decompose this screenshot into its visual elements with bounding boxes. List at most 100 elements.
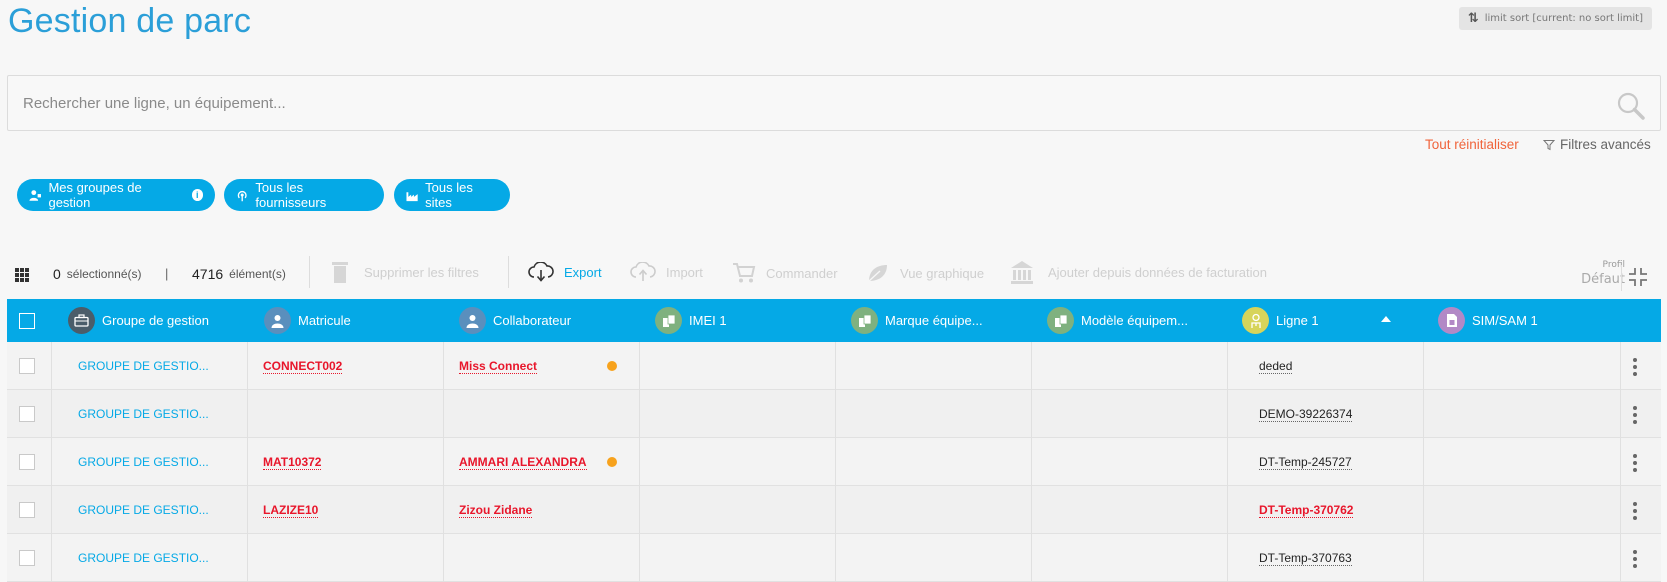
row-menu-icon[interactable]: [1632, 502, 1638, 520]
chip-label: Mes groupes de gestion: [48, 180, 142, 210]
collaborator-link[interactable]: AMMARI ALEXANDRA: [459, 455, 587, 470]
limit-sort-label: limit sort [current: no sort limit]: [1484, 13, 1643, 24]
group-link[interactable]: GROUPE DE GESTIO...: [78, 359, 209, 373]
column-header-brand[interactable]: Marque équipe...: [851, 299, 983, 342]
collaborator-link[interactable]: Miss Connect: [459, 359, 538, 374]
search-icon[interactable]: [1616, 91, 1646, 121]
profile-selector[interactable]: Profil Défaut: [1545, 260, 1625, 287]
status-dot: [607, 361, 617, 371]
advanced-filters-label: Filtres avancés: [1560, 137, 1651, 152]
chip-label: Tous les fournisseurs: [255, 180, 327, 210]
device-icon: [1047, 307, 1074, 334]
cart-icon: [733, 263, 756, 283]
limit-sort-badge[interactable]: ⇅ limit sort [current: no sort limit]: [1458, 7, 1652, 30]
column-header-label: Ligne 1: [1276, 313, 1319, 328]
factory-icon: [406, 191, 418, 201]
row-menu-icon[interactable]: [1632, 358, 1638, 376]
line-link[interactable]: DT-Temp-370762: [1259, 503, 1354, 518]
device-icon: [851, 307, 878, 334]
grid-icon[interactable]: [15, 268, 29, 282]
import-button[interactable]: Import: [630, 262, 703, 282]
row-checkbox[interactable]: [19, 550, 35, 566]
add-billing-button[interactable]: Ajouter depuis données de facturation: [1010, 260, 1267, 284]
chip-management-groups[interactable]: Mes groupes de gestion i: [17, 179, 215, 211]
graph-view-button[interactable]: Vue graphique: [866, 262, 984, 284]
column-header-line[interactable]: Ligne 1: [1242, 299, 1319, 342]
chip-sites[interactable]: Tous les sites: [394, 179, 510, 211]
row-menu-icon[interactable]: [1632, 550, 1638, 568]
table-row[interactable]: GROUPE DE GESTIO... MAT10372 AMMARI ALEXAN…: [7, 438, 1661, 486]
row-checkbox[interactable]: [19, 454, 35, 470]
advanced-filters-button[interactable]: Filtres avancés: [1543, 137, 1651, 152]
order-button[interactable]: Commander: [732, 262, 838, 284]
table-row[interactable]: GROUPE DE GESTIO... LAZIZE10 Zizou Zidane D…: [7, 486, 1661, 534]
column-header-label: Marque équipe...: [885, 313, 983, 328]
cloud-upload-icon: [630, 262, 656, 281]
row-checkbox[interactable]: [19, 502, 35, 518]
column-header-collaborateur[interactable]: Collaborateur: [459, 299, 571, 342]
info-icon[interactable]: i: [191, 189, 203, 201]
export-button[interactable]: Export: [528, 262, 602, 282]
order-label: Commander: [766, 265, 838, 281]
group-link[interactable]: GROUPE DE GESTIO...: [78, 503, 209, 517]
row-checkbox[interactable]: [19, 358, 35, 374]
chip-suppliers[interactable]: Tous les fournisseurs: [224, 179, 384, 211]
line-link[interactable]: DT-Temp-370763: [1259, 551, 1352, 566]
leaf-icon: [868, 265, 887, 282]
status-dot: [607, 457, 617, 467]
matricule-link[interactable]: MAT10372: [263, 455, 322, 470]
matricule-link[interactable]: LAZIZE10: [263, 503, 319, 518]
column-header-sim[interactable]: SIM/SAM 1: [1438, 299, 1538, 342]
matricule-link[interactable]: CONNECT002: [263, 359, 343, 374]
column-header-group[interactable]: Groupe de gestion: [68, 299, 209, 342]
device-icon: [655, 307, 682, 334]
column-header-model[interactable]: Modèle équipem...: [1047, 299, 1188, 342]
sort-icon: ⇅: [1467, 11, 1479, 26]
profile-value: Défaut: [1581, 272, 1625, 287]
collapse-icon[interactable]: [1627, 266, 1649, 288]
table-row[interactable]: GROUPE DE GESTIO... DT-Temp-370763: [7, 534, 1661, 582]
group-link[interactable]: GROUPE DE GESTIO...: [78, 551, 209, 565]
import-label: Import: [666, 264, 703, 280]
row-checkbox[interactable]: [19, 406, 35, 422]
column-header-matricule[interactable]: Matricule: [264, 299, 351, 342]
table-body: GROUPE DE GESTIO... CONNECT002 Miss Connec…: [7, 342, 1661, 582]
briefcase-icon: [68, 307, 95, 334]
data-table: Groupe de gestion Matricule Collaborateu…: [7, 299, 1661, 582]
line-icon: [1242, 307, 1269, 334]
table-row[interactable]: GROUPE DE GESTIO... DEMO-39226374: [7, 390, 1661, 438]
column-header-label: IMEI 1: [689, 313, 727, 328]
row-menu-icon[interactable]: [1632, 406, 1638, 424]
column-header-label: Groupe de gestion: [102, 313, 209, 328]
column-header-label: Modèle équipem...: [1081, 313, 1188, 328]
trash-icon: [332, 262, 348, 283]
chip-label: Tous les sites: [425, 180, 473, 210]
reset-all-link[interactable]: Tout réinitialiser: [1425, 137, 1519, 152]
page-title: Gestion de parc: [8, 2, 252, 40]
user-icon: [264, 307, 291, 334]
row-menu-icon[interactable]: [1632, 454, 1638, 472]
antenna-icon: [237, 190, 247, 201]
element-count: 4716 élément(s): [192, 266, 286, 282]
sim-icon: [1438, 307, 1465, 334]
line-link[interactable]: DEMO-39226374: [1259, 407, 1353, 422]
selected-count: 0 sélectionné(s): [53, 266, 142, 282]
remove-filters-button[interactable]: Supprimer les filtres: [330, 260, 479, 284]
group-link[interactable]: GROUPE DE GESTIO...: [78, 407, 209, 421]
line-link[interactable]: deded: [1259, 359, 1293, 374]
collaborator-link[interactable]: Zizou Zidane: [459, 503, 533, 518]
export-label: Export: [564, 264, 602, 280]
table-toolbar: 0 sélectionné(s) | 4716 élément(s) Suppr…: [0, 255, 1667, 295]
search-input[interactable]: [23, 76, 1583, 130]
column-header-imei[interactable]: IMEI 1: [655, 299, 727, 342]
column-header-label: Matricule: [298, 313, 351, 328]
filter-icon: [1543, 139, 1555, 150]
element-count-value: 4716: [192, 266, 224, 282]
group-link[interactable]: GROUPE DE GESTIO...: [78, 455, 209, 469]
sort-ascending-icon[interactable]: [1381, 316, 1391, 322]
table-row[interactable]: GROUPE DE GESTIO... CONNECT002 Miss Connec…: [7, 342, 1661, 390]
selected-count-value: 0: [53, 266, 61, 282]
select-all-checkbox[interactable]: [19, 313, 35, 329]
cloud-download-icon: [528, 262, 554, 282]
line-link[interactable]: DT-Temp-245727: [1259, 455, 1352, 470]
